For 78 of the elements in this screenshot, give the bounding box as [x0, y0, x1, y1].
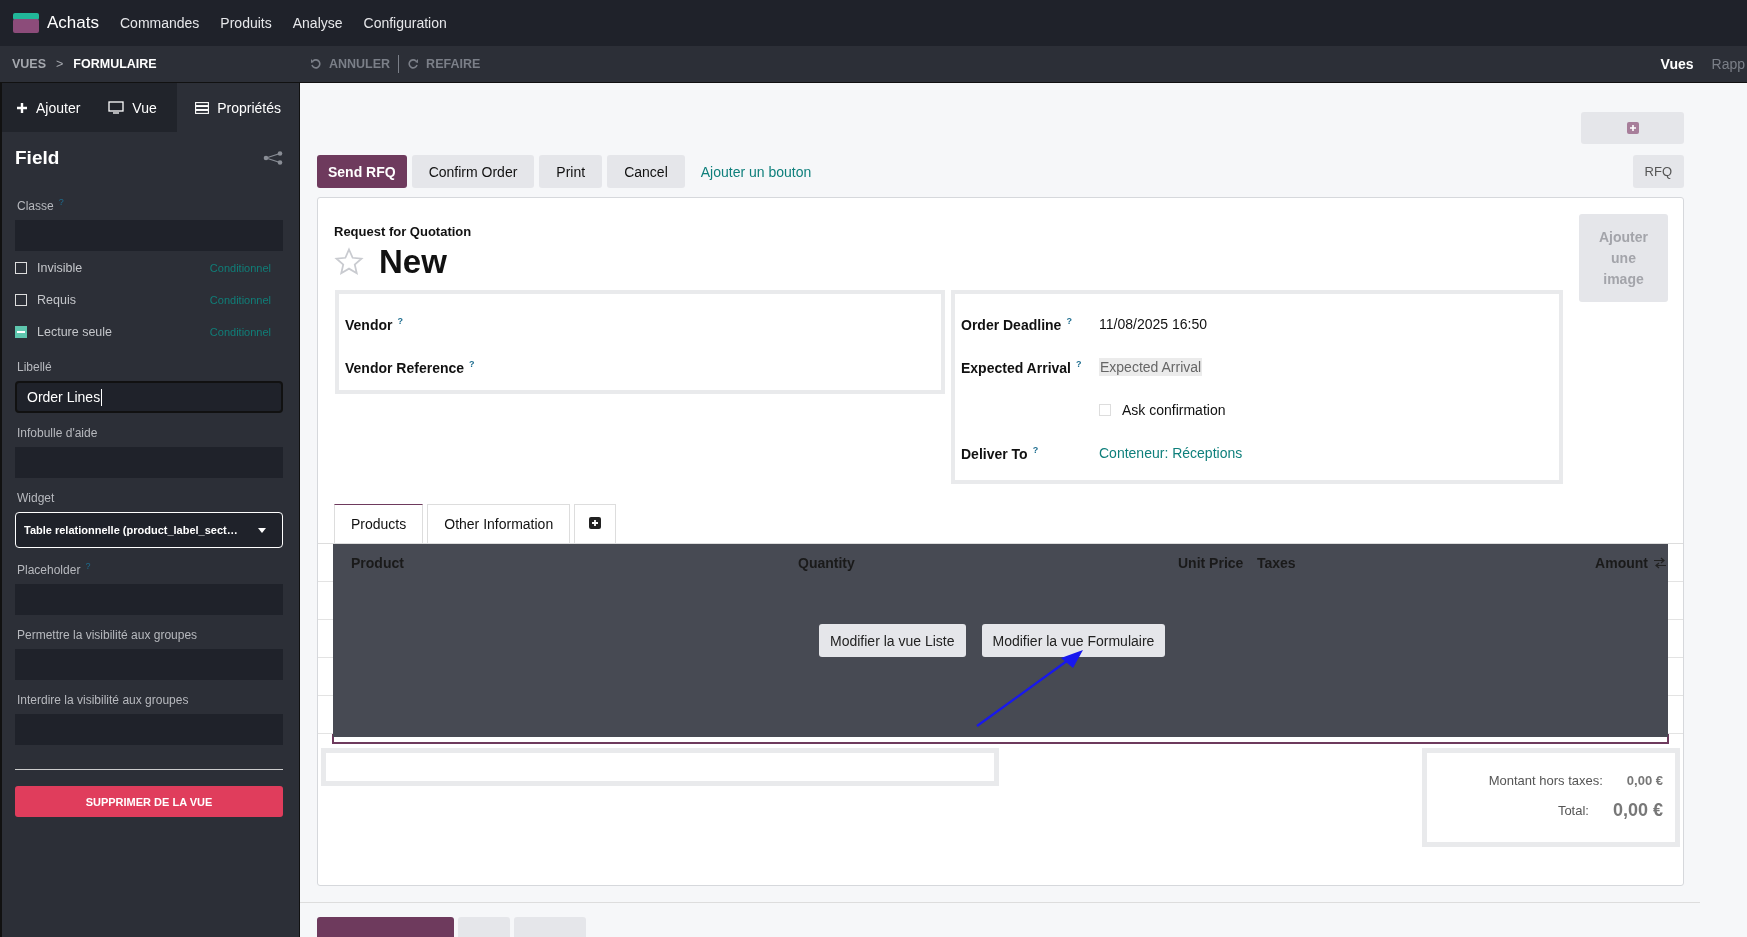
location-link[interactable]: Conteneur: Réceptions	[1099, 444, 1243, 461]
breadcrumb-current: FORMULAIRE	[73, 57, 157, 71]
panel-title: Field	[15, 147, 60, 169]
edit-view-button[interactable]: Modifier la vue Liste	[819, 624, 966, 658]
date-value[interactable]: 11/08/2025 16:50	[1099, 315, 1207, 332]
help-marker[interactable]: ?	[397, 315, 403, 326]
partial-button[interactable]	[317, 917, 454, 937]
edit-view-button[interactable]: Modifier la vue Formulaire	[981, 624, 1166, 658]
add-button[interactable]	[1581, 112, 1684, 145]
field-label: Interdire la visibilité aux groupes	[17, 693, 189, 707]
input-field[interactable]: Order Lines	[15, 381, 283, 413]
action-button[interactable]: Send RFQ	[317, 155, 407, 189]
checkbox-label: Requis	[37, 293, 76, 307]
share-icon[interactable]	[263, 151, 283, 165]
help-marker[interactable]: ?	[469, 358, 475, 369]
undo-button[interactable]: ANNULER	[310, 57, 391, 71]
form-tab[interactable]: Products	[334, 504, 424, 544]
status-badge[interactable]: RFQ	[1632, 155, 1684, 189]
total-value: 0,00 €	[1612, 799, 1663, 821]
help-marker[interactable]: ?	[1076, 358, 1082, 369]
top-link[interactable]: Vues	[1660, 56, 1694, 72]
menu-item[interactable]: Commandes	[120, 15, 200, 31]
column-settings-icon[interactable]	[1654, 557, 1666, 570]
field-label: Permettre la visibilité aux groupes	[17, 628, 198, 642]
sidebar-tab[interactable]: Ajouter	[2, 83, 95, 132]
total-label: Total:	[1557, 802, 1589, 818]
plus-icon	[16, 101, 28, 114]
add-button-link[interactable]: Ajouter un bouton	[700, 163, 812, 180]
menu-item[interactable]: Configuration	[363, 15, 447, 31]
field-label: Expected Arrival	[961, 359, 1071, 376]
plus-square-icon	[589, 517, 602, 530]
list-icon	[195, 101, 210, 114]
add-tab-button[interactable]	[574, 504, 617, 544]
field-label: Infobulle d'aide	[17, 426, 98, 440]
checkbox[interactable]	[15, 326, 27, 338]
top-link[interactable]: Rapp	[1711, 56, 1745, 72]
field-label: Classe	[17, 199, 54, 213]
checkbox-label: Lecture seule	[37, 325, 113, 339]
app-logo-icon[interactable]	[13, 13, 39, 33]
redo-icon	[407, 58, 420, 70]
form-tab[interactable]: Other Information	[427, 504, 571, 544]
field-label: Vendor Reference	[345, 359, 465, 376]
action-button[interactable]: Confirm Order	[411, 155, 535, 189]
date-field[interactable]: Expected Arrival	[1099, 357, 1203, 376]
field-label: Widget	[17, 491, 55, 505]
total-label: Montant hors taxes:	[1488, 772, 1603, 788]
total-value: 0,00 €	[1626, 772, 1663, 788]
caret-icon	[258, 527, 266, 533]
star-icon[interactable]	[334, 247, 364, 278]
delete-button[interactable]: SUPPRIMER DE LA VUE	[15, 786, 283, 817]
redo-button[interactable]: REFAIRE	[407, 57, 481, 71]
action-button[interactable]: Print	[539, 155, 603, 189]
checkbox[interactable]	[15, 262, 27, 274]
field-label: Libellé	[17, 360, 52, 374]
undo-icon	[310, 58, 322, 70]
breadcrumb-link[interactable]: VUES	[12, 57, 47, 71]
menu-item[interactable]: Produits	[220, 15, 272, 31]
help-marker[interactable]: ?	[1066, 315, 1072, 326]
field-label: Placeholder	[17, 563, 81, 577]
sidebar-tab[interactable]: Propriétés	[177, 83, 299, 132]
field-label: Vendor	[345, 316, 393, 333]
checkbox-label: Ask confirmation	[1122, 401, 1226, 418]
breadcrumb-separator: >	[56, 57, 64, 71]
field-label: Deliver To	[961, 445, 1028, 462]
sidebar-tab[interactable]: Vue	[94, 83, 171, 132]
app-name[interactable]: Achats	[47, 13, 99, 33]
checkbox[interactable]	[1099, 403, 1111, 416]
record-title: New	[379, 243, 447, 282]
form-subtitle: Request for Quotation	[334, 224, 472, 240]
monitor-icon	[108, 101, 125, 114]
action-button[interactable]: Cancel	[607, 155, 685, 189]
menu-item[interactable]: Analyse	[292, 15, 343, 31]
plus-square-icon	[1626, 122, 1639, 135]
field-label: Order Deadline	[961, 316, 1062, 333]
help-marker[interactable]: ?	[1032, 444, 1039, 455]
checkbox-label: Invisible	[37, 261, 83, 275]
checkbox[interactable]	[15, 294, 27, 306]
widget-select[interactable]: Table relationnelle (product_label_sect…	[15, 512, 283, 548]
